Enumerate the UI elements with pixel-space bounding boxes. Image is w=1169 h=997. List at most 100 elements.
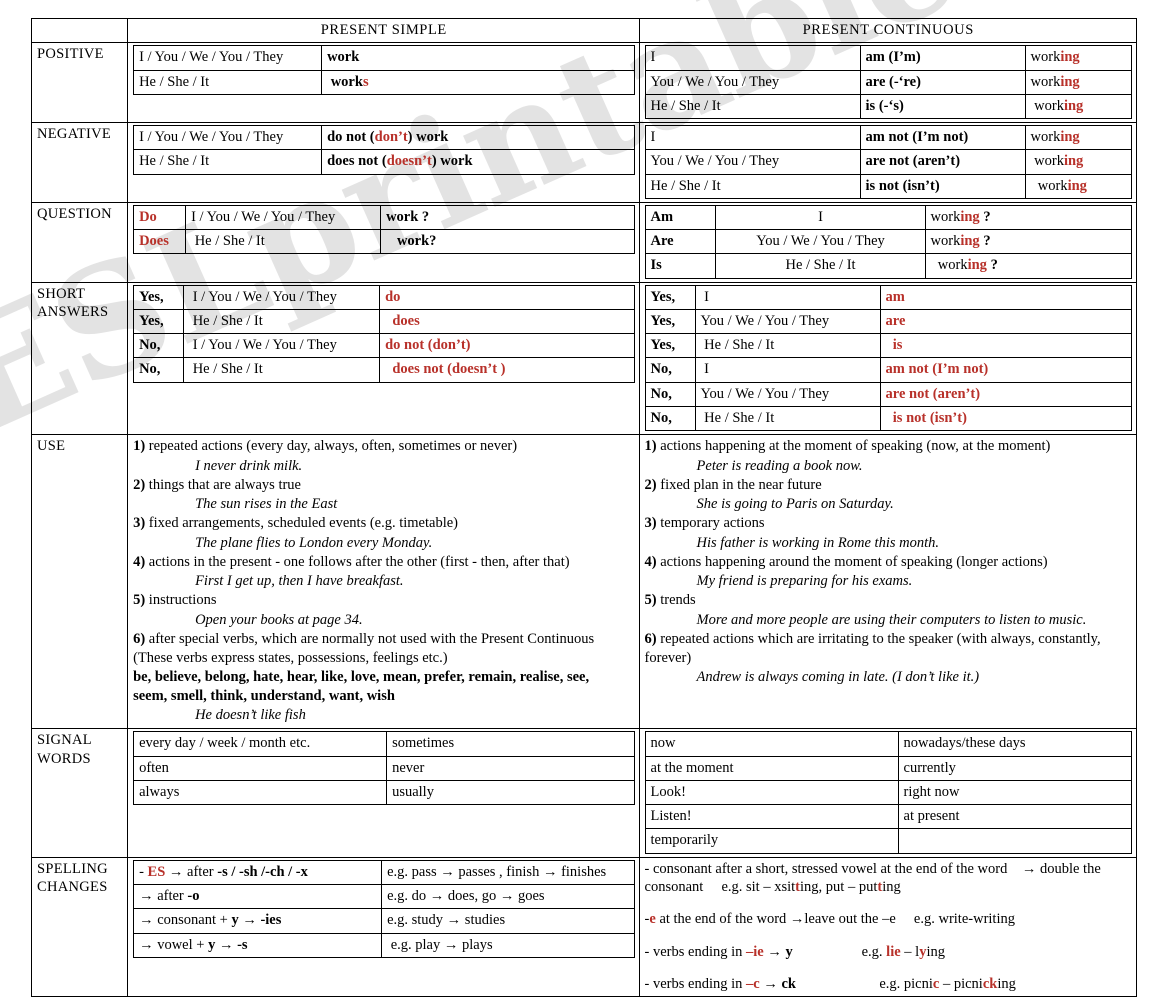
yes-no-text: Yes, (139, 313, 164, 329)
use-example: The sun rises in the East (133, 495, 634, 513)
use-example: First I get up, then I have breakfast. (133, 572, 634, 590)
spelling-rule-row: → after -o e.g. do → does, go → goes (134, 884, 634, 908)
use-item: 1) repeated actions (every day, always, … (133, 437, 634, 455)
spelling-present-continuous-cell: - consonant after a short, stressed vowe… (639, 857, 1136, 996)
subject: I (645, 126, 860, 150)
spelling-example: e.g. play → plays (382, 933, 634, 957)
signal-words-present-simple-cell: every day / week / month etc. sometimes … (128, 729, 639, 857)
conj-line: Do I / You / We / You / They work ? (134, 205, 634, 229)
use-text: trends (657, 592, 696, 608)
answer: am not (I’m not) (880, 358, 1131, 382)
rule-text: - consonant after a short, stressed vowe… (645, 861, 1008, 877)
example-text: e.g. lie – lying (862, 944, 945, 960)
yes-no: Yes, (645, 334, 695, 358)
spelling-example: e.g. study → studies (382, 909, 634, 933)
signal-row: temporarily (645, 829, 1131, 853)
conj-line: Yes, I am (645, 285, 1131, 309)
subject: He / She / It (695, 406, 880, 430)
use-subtext: forever) (645, 649, 1132, 667)
rowlabel-line1: SPELLING (37, 860, 123, 878)
verb-form: do not (don’t) work (322, 126, 634, 150)
yes-no-text: No, (651, 410, 672, 426)
yes-no-text: Yes, (139, 289, 164, 305)
auxiliary-text: Are (651, 233, 674, 249)
auxiliary-text: is (-‘s) (866, 98, 904, 114)
auxiliary: Is (645, 254, 715, 278)
conj-line: Is He / She / It working ? (645, 254, 1131, 278)
verb-text: work ? (386, 209, 429, 225)
signal-word: sometimes (387, 732, 634, 756)
yes-no: Yes, (134, 285, 184, 309)
use-number: 2) (645, 477, 657, 493)
subject: You / We / You / They (695, 382, 880, 406)
signal-row: Listen! at present (645, 805, 1131, 829)
contraction: don’t (375, 129, 408, 145)
subject: I / You / We / You / They (186, 205, 381, 229)
signal-word: Listen! (645, 805, 898, 829)
verb-form: working (1025, 174, 1131, 198)
answer: does (380, 309, 634, 333)
subject: He / She / It (184, 309, 380, 333)
spelling-rule-block: -e at the end of the word →leave out the… (645, 910, 1132, 928)
conj-line: No, I / You / We / You / They do not (do… (134, 334, 634, 358)
subject: I / You / We / You / They (134, 46, 322, 70)
verb-stem: work (1038, 178, 1068, 194)
conj-line: I am (I’m) working (645, 46, 1131, 70)
rowlabel-negative: NEGATIVE (32, 123, 128, 203)
subject-text: I / You / We / You / They (193, 337, 337, 353)
yes-no-text: Yes, (651, 337, 676, 353)
verb-stem: work (1034, 153, 1064, 169)
rowlabel-line1: SHORT (37, 285, 123, 303)
use-item: 6) repeated actions which are irritating… (645, 630, 1132, 648)
example-text: e.g. play → plays (391, 937, 493, 953)
auxiliary: are not (aren’t) (860, 150, 1025, 174)
stative-verbs-line1: be, believe, belong, hate, hear, like, l… (133, 668, 634, 687)
subject: I / You / We / You / They (184, 334, 380, 358)
verb-ending: ing (1068, 178, 1087, 194)
spelling-rule-row: - ES → after -s / -sh /-ch / -x e.g. pas… (134, 860, 634, 884)
subject: I (695, 285, 880, 309)
use-text: actions happening around the moment of s… (657, 554, 1048, 570)
conj-line: He / She / It does not (doesn’t) work (134, 150, 634, 174)
conj-line: I / You / We / You / They work (134, 46, 634, 70)
subject: You / We / You / They (715, 230, 925, 254)
subject-text: He / She / It (195, 233, 265, 249)
question-present-simple-cell: Do I / You / We / You / They work ? Does… (128, 202, 639, 282)
verb-stem: work (1031, 74, 1061, 90)
verb-ending: ing (960, 233, 979, 249)
conj-line: Does He / She / It work? (134, 230, 634, 254)
use-item: 4) actions in the present - one follows … (133, 553, 634, 571)
rowlabel-short-answers: SHORT ANSWERS (32, 282, 128, 435)
signal-word: now (645, 732, 898, 756)
row-negative: NEGATIVE I / You / We / You / They do no… (32, 123, 1137, 203)
subject: He / She / It (645, 94, 860, 118)
auxiliary: is (-‘s) (860, 94, 1025, 118)
auxiliary-text: am (I’m) (866, 49, 921, 65)
auxiliary: is not (isn’t) (860, 174, 1025, 198)
yes-no: Yes, (134, 309, 184, 333)
subject: He / She / It (134, 70, 322, 94)
question-present-continuous-cell: Am I working ? Are You / We / You / They… (639, 202, 1136, 282)
use-number: 6) (133, 631, 145, 647)
auxiliary: are (-‘re) (860, 70, 1025, 94)
subject: He / She / It (715, 254, 925, 278)
bullet-dash: - (139, 864, 147, 880)
yes-no-text: No, (651, 386, 672, 402)
answer: does not (doesn’t ) (380, 358, 634, 382)
rowlabel-spelling-changes: SPELLING CHANGES (32, 857, 128, 996)
yes-no: No, (134, 358, 184, 382)
conj-line: No, You / We / You / They are not (aren’… (645, 382, 1131, 406)
auxiliary: Am (645, 205, 715, 229)
use-present-simple-cell: 1) repeated actions (every day, always, … (128, 435, 639, 729)
yes-no: No, (645, 406, 695, 430)
stative-verbs-line2: seem, smell, think, understand, want, wi… (133, 687, 634, 706)
use-example: More and more people are using their com… (645, 611, 1132, 629)
answer: are (880, 309, 1131, 333)
rule-text: - verbs ending in –c → ck (645, 976, 796, 992)
verb-stem: work (1031, 129, 1061, 145)
spelling-present-simple-cell: - ES → after -s / -sh /-ch / -x e.g. pas… (128, 857, 639, 996)
yes-no-text: No, (139, 361, 160, 377)
conj-line: I / You / We / You / They do not (don’t)… (134, 126, 634, 150)
spelling-rule: → after -o (134, 884, 382, 908)
use-number: 4) (133, 554, 145, 570)
